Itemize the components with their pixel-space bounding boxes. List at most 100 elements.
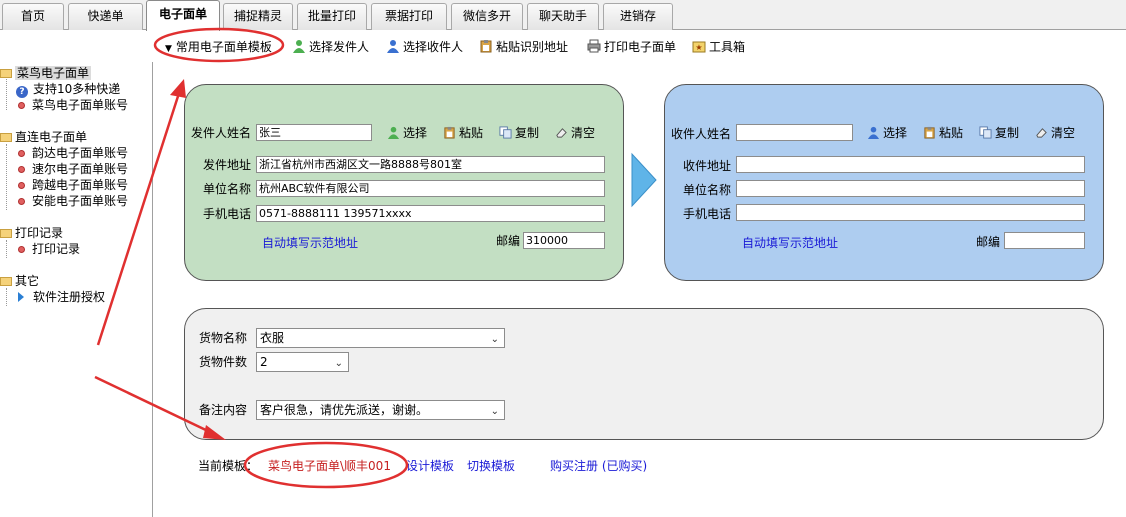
tree-item-yunda-account[interactable]: 韵达电子面单账号 bbox=[18, 145, 128, 161]
paste-recognize-button[interactable]: 粘贴识别地址 bbox=[479, 38, 568, 56]
sender-select-button[interactable]: 选择 bbox=[387, 125, 427, 141]
note-label: 备注内容 bbox=[199, 403, 248, 417]
goods-name-select[interactable]: 衣服 ⌄ bbox=[256, 328, 505, 348]
select-receiver-button[interactable]: 选择收件人 bbox=[386, 38, 463, 56]
receiver-address-input[interactable] bbox=[736, 156, 1085, 173]
sender-name-input[interactable]: 张三 bbox=[256, 124, 372, 141]
receiver-clear-button[interactable]: 清空 bbox=[1035, 125, 1075, 141]
clipboard-icon bbox=[480, 40, 492, 53]
template-menu-button[interactable]: ▼ 常用电子面单模板 bbox=[165, 38, 272, 56]
sender-address-input[interactable]: 浙江省杭州市西湖区文一路8888号801室 bbox=[256, 156, 605, 173]
sidebar: 菜鸟电子面单 ? 支持10多种快递 菜鸟电子面单账号 直连电子面单 韵达电子面单账… bbox=[0, 62, 153, 517]
toolbox-icon: ★ bbox=[692, 41, 706, 53]
print-waybill-button[interactable]: 打印电子面单 bbox=[587, 38, 676, 56]
sender-phone-label: 手机电话 bbox=[203, 207, 252, 221]
eraser-icon bbox=[1036, 128, 1047, 138]
sender-autofill-link[interactable]: 自动填写示范地址 bbox=[262, 235, 358, 251]
bullet-icon bbox=[18, 182, 25, 189]
bullet-icon bbox=[18, 102, 25, 109]
tree-item-cainiao-account[interactable]: 菜鸟电子面单账号 bbox=[18, 97, 128, 113]
clipboard-icon bbox=[924, 126, 935, 139]
goods-count-value: 2 bbox=[260, 355, 268, 369]
tree-item-print-records[interactable]: 打印记录 bbox=[18, 241, 80, 257]
tree-group-other[interactable]: 其它 bbox=[0, 273, 39, 289]
dropdown-triangle-icon: ▼ bbox=[165, 44, 172, 54]
tree-line bbox=[6, 288, 7, 306]
tab-home[interactable]: 首页 bbox=[2, 3, 64, 30]
receiver-paste-button[interactable]: 粘贴 bbox=[923, 125, 963, 141]
receiver-company-input[interactable] bbox=[736, 180, 1085, 197]
bullet-icon bbox=[18, 246, 25, 253]
receiver-select-button[interactable]: 选择 bbox=[867, 125, 907, 141]
receiver-phone-input[interactable] bbox=[736, 204, 1085, 221]
receiver-autofill-link[interactable]: 自动填写示范地址 bbox=[742, 235, 838, 251]
receiver-name-input[interactable] bbox=[736, 124, 853, 141]
folder-icon bbox=[0, 133, 12, 142]
bullet-icon bbox=[18, 150, 25, 157]
eraser-icon bbox=[556, 128, 567, 138]
goods-count-label: 货物件数 bbox=[199, 355, 248, 369]
tree-item-support-couriers[interactable]: ? 支持10多种快递 bbox=[16, 81, 120, 98]
chevron-down-icon: ⌄ bbox=[490, 406, 499, 417]
tab-bar: 首页 快递单 电子面单 捕捉精灵 批量打印 票据打印 微信多开 聊天助手 进销存 bbox=[0, 0, 1126, 31]
receiver-name-label: 收件人姓名 bbox=[671, 127, 732, 141]
goods-count-select[interactable]: 2 ⌄ bbox=[256, 352, 349, 372]
folder-icon bbox=[0, 69, 12, 78]
receiver-phone-label: 手机电话 bbox=[683, 207, 732, 221]
sender-phone-input[interactable]: 0571-8888111 139571xxxx bbox=[256, 205, 605, 222]
sender-copy-button[interactable]: 复制 bbox=[499, 125, 539, 141]
user-blue-icon bbox=[387, 40, 399, 53]
buy-register-link[interactable]: 购买注册 (已购买) bbox=[550, 458, 647, 474]
folder-icon bbox=[0, 229, 12, 238]
note-value: 客户很急，请优先派送，谢谢。 bbox=[260, 403, 429, 417]
user-blue-icon bbox=[867, 126, 880, 139]
tree-group-print-records[interactable]: 打印记录 bbox=[0, 225, 63, 241]
toolbox-button[interactable]: ★ 工具箱 bbox=[692, 38, 745, 56]
tab-inventory[interactable]: 进销存 bbox=[603, 3, 673, 30]
folder-icon bbox=[0, 277, 12, 286]
arrowhead-icon bbox=[170, 79, 186, 98]
sender-company-label: 单位名称 bbox=[203, 182, 252, 196]
tree-line bbox=[6, 144, 7, 210]
chevron-down-icon: ⌄ bbox=[334, 358, 343, 369]
tab-wechat-multi[interactable]: 微信多开 bbox=[451, 3, 523, 30]
tree-group-direct[interactable]: 直连电子面单 bbox=[0, 129, 87, 145]
tab-capture[interactable]: 捕捉精灵 bbox=[223, 3, 293, 30]
play-arrow-icon bbox=[18, 292, 24, 302]
clipboard-icon bbox=[444, 126, 455, 139]
user-green-icon bbox=[293, 40, 305, 53]
tree-item-kuayue-account[interactable]: 跨越电子面单账号 bbox=[18, 177, 128, 193]
sender-company-input[interactable]: 杭州ABC软件有限公司 bbox=[256, 180, 605, 197]
toolbar: ▼ 常用电子面单模板 选择发件人 选择收件人 粘贴识别地址 打印电子面单 ★ 工具箱 bbox=[0, 31, 1126, 61]
printer-icon bbox=[587, 39, 601, 53]
copy-icon bbox=[979, 126, 992, 139]
tab-e-waybill[interactable]: 电子面单 bbox=[146, 0, 220, 31]
design-template-link[interactable]: 设计模板 bbox=[406, 458, 454, 474]
goods-name-value: 衣服 bbox=[260, 331, 285, 345]
sender-address-label: 发件地址 bbox=[203, 158, 252, 172]
tab-express[interactable]: 快递单 bbox=[68, 3, 143, 30]
tree-line bbox=[6, 76, 7, 110]
copy-icon bbox=[499, 126, 512, 139]
tree-group-cainiao[interactable]: 菜鸟电子面单 bbox=[0, 65, 92, 81]
tab-bill-print[interactable]: 票据打印 bbox=[371, 3, 447, 30]
tab-chat-assistant[interactable]: 聊天助手 bbox=[527, 3, 599, 30]
tree-item-registration[interactable]: 软件注册授权 bbox=[18, 289, 105, 305]
select-sender-button[interactable]: 选择发件人 bbox=[292, 38, 369, 56]
sender-name-label: 发件人姓名 bbox=[191, 126, 252, 140]
app-window: 首页 快递单 电子面单 捕捉精灵 批量打印 票据打印 微信多开 聊天助手 进销存… bbox=[0, 0, 1126, 517]
sender-clear-button[interactable]: 清空 bbox=[555, 125, 595, 141]
tab-batch-print[interactable]: 批量打印 bbox=[297, 3, 367, 30]
switch-template-link[interactable]: 切换模板 bbox=[467, 458, 515, 474]
receiver-zip-input[interactable] bbox=[1004, 232, 1085, 249]
receiver-copy-button[interactable]: 复制 bbox=[979, 125, 1019, 141]
sender-paste-button[interactable]: 粘贴 bbox=[443, 125, 483, 141]
bullet-icon bbox=[18, 166, 25, 173]
receiver-address-label: 收件地址 bbox=[683, 159, 732, 173]
user-green-icon bbox=[387, 126, 400, 139]
tree-item-anneng-account[interactable]: 安能电子面单账号 bbox=[18, 193, 128, 209]
sender-zip-input[interactable]: 310000 bbox=[523, 232, 605, 249]
note-select[interactable]: 客户很急，请优先派送，谢谢。 ⌄ bbox=[256, 400, 505, 420]
chevron-down-icon: ⌄ bbox=[490, 334, 499, 345]
tree-item-suer-account[interactable]: 速尔电子面单账号 bbox=[18, 161, 128, 177]
